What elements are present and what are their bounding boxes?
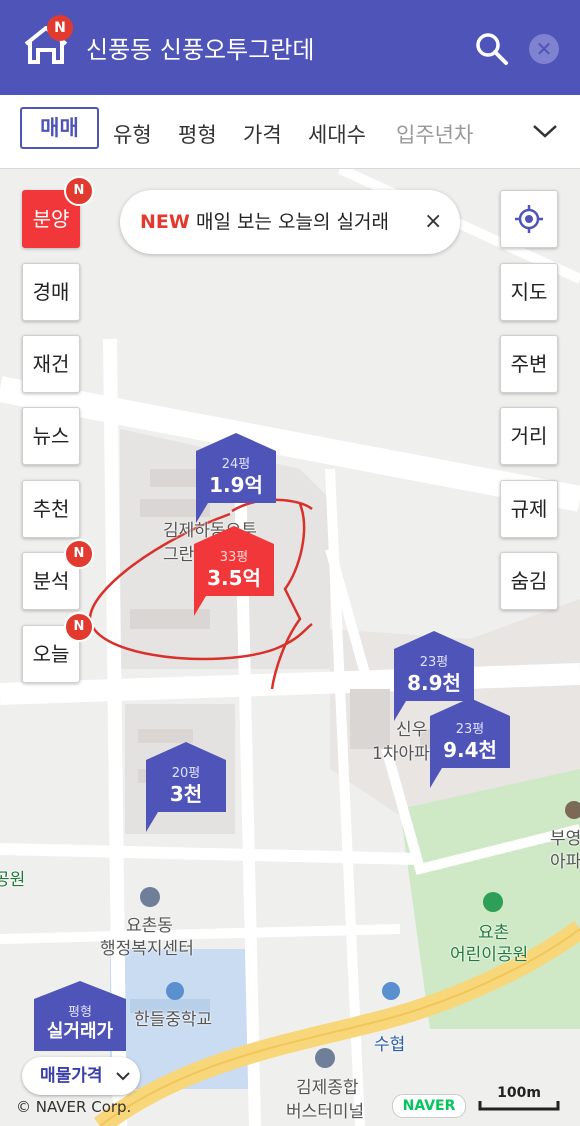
page-title[interactable]: 신풍동 신풍오투그란데 [86, 30, 314, 65]
banner-close-icon[interactable]: × [424, 190, 442, 254]
app-header: N 신풍동 신풍오투그란데 ✕ [0, 0, 580, 95]
filter-tab-size[interactable]: 평형 [178, 119, 217, 149]
price-marker[interactable]: 24평 1.9억 [196, 433, 276, 531]
marker-price: 1.9억 [209, 473, 263, 497]
map-scale-bar: 100m [478, 1085, 560, 1111]
marker-price: 3.5억 [207, 566, 261, 590]
copyright-text: © NAVER Corp. [16, 1098, 132, 1116]
marker-price: 8.9천 [407, 671, 461, 695]
edge-label-right: 부영 [550, 829, 580, 849]
real-trade-banner[interactable]: NEW 매일 보는 오늘의 실거래 × [120, 190, 460, 254]
edge-label-right-2: 아파 [550, 852, 580, 872]
auction-button[interactable]: 경매 [22, 263, 80, 321]
filter-bar: 매매 유형 평형 가격 세대수 입주년차 [0, 95, 580, 169]
bank-label: 수협 [374, 1035, 406, 1055]
recommend-button[interactable]: 추천 [22, 480, 80, 538]
terminal-label: 김제종합 [296, 1078, 359, 1098]
scale-label: 100m [497, 1085, 541, 1101]
terminal-label-2: 버스터미널 [286, 1102, 365, 1122]
clear-search-icon[interactable]: ✕ [529, 34, 559, 64]
legend-price-label: 실거래가 [46, 1021, 114, 1042]
price-marker[interactable]: 23평 9.4천 [430, 698, 510, 796]
filter-tab-price[interactable]: 가격 [243, 119, 282, 149]
office-label: 요촌동 [126, 916, 173, 936]
analysis-new-badge: N [64, 539, 94, 569]
distance-button[interactable]: 거리 [500, 407, 558, 465]
crosshair-icon [515, 205, 543, 233]
price-type-selector[interactable]: 매물가격 [22, 1057, 140, 1095]
reconstruction-button[interactable]: 재건 [22, 335, 80, 393]
search-icon[interactable] [474, 31, 510, 67]
today-new-badge: N [64, 612, 94, 642]
regulation-button[interactable]: 규제 [500, 480, 558, 538]
school-label: 한들중학교 [134, 1010, 213, 1030]
banner-new-label: NEW [140, 211, 190, 233]
complex-name-label-2: 그란 [163, 545, 195, 565]
naver-logo: NAVER [392, 1094, 466, 1118]
presale-new-badge: N [64, 176, 94, 206]
filter-tab-move-in-year[interactable]: 입주년차 [396, 119, 473, 149]
filter-tab-trade[interactable]: 매매 [20, 107, 99, 149]
marker-price: 3천 [169, 782, 203, 806]
office-label-2: 행정복지센터 [100, 939, 194, 959]
news-button[interactable]: 뉴스 [22, 407, 80, 465]
filter-tab-households[interactable]: 세대수 [308, 119, 366, 149]
price-type-label: 매물가격 [40, 1066, 103, 1086]
locate-me-button[interactable] [500, 190, 558, 248]
hide-button[interactable]: 숨김 [500, 552, 558, 610]
banner-text: 매일 보는 오늘의 실거래 [196, 211, 389, 233]
chevron-down-icon [116, 1072, 130, 1081]
filter-tab-type[interactable]: 유형 [113, 119, 152, 149]
map-view[interactable]: 분양 N 경매 재건 뉴스 추천 분석 N 오늘 N 지도 주변 거리 규제 숨… [0, 169, 580, 1126]
nearby-button[interactable]: 주변 [500, 335, 558, 393]
park-label-2: 어린이공원 [450, 945, 529, 965]
price-marker-selected[interactable]: 33평 3.5억 [194, 513, 274, 624]
price-marker[interactable]: 20평 3천 [146, 742, 226, 840]
apartment-label-2: 1차아파 [372, 744, 430, 764]
logo-new-badge: N [47, 15, 73, 41]
chevron-down-icon[interactable] [532, 121, 558, 141]
map-type-button[interactable]: 지도 [500, 263, 558, 321]
marker-price: 9.4천 [443, 738, 497, 762]
edge-label-left: 공원 [0, 870, 26, 890]
